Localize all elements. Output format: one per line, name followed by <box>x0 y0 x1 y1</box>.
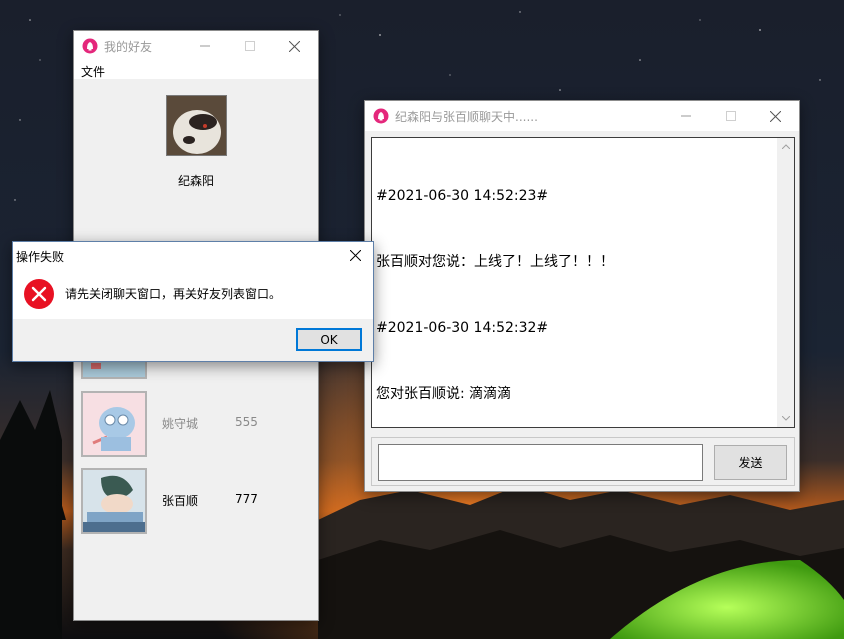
dialog-close-button[interactable] <box>337 242 373 269</box>
message-timestamp: #2021-06-30 14:52:23# <box>376 188 549 204</box>
friend-row-zhang[interactable]: 张百顺 777 <box>74 468 318 534</box>
message-history[interactable]: #2021-06-30 14:52:23# 张百顺对您说：上线了！上线了！！！ … <box>371 137 795 428</box>
send-button[interactable]: 发送 <box>714 445 787 480</box>
friends-window-title: 我的好友 <box>104 39 153 54</box>
friend-name: 张百顺 <box>162 494 199 508</box>
error-dialog: 操作失败 请先关闭聊天窗口，再关好友列表窗口。 OK <box>12 241 374 362</box>
dialog-footer: OK <box>13 319 373 361</box>
dialog-title: 操作失败 <box>16 250 65 264</box>
chat-window-title: 纪森阳与张百顺聊天中...... <box>395 109 538 124</box>
app-icon <box>373 108 389 124</box>
friend-name: 姚守城 <box>162 417 199 431</box>
minimize-button[interactable] <box>182 31 227 61</box>
close-icon <box>349 250 361 261</box>
message-list: #2021-06-30 14:52:23# 张百顺对您说：上线了！上线了！！！ … <box>376 141 774 449</box>
friend-avatar <box>81 468 147 534</box>
friend-row-yao[interactable]: 姚守城 555 <box>74 391 318 457</box>
chat-window: 纪森阳与张百顺聊天中...... #2021-06-30 14:52:23# 张… <box>364 100 800 492</box>
chevron-up-icon <box>781 144 790 149</box>
friend-avatar <box>81 391 147 457</box>
vertical-scrollbar[interactable] <box>777 138 794 427</box>
menu-file[interactable]: 文件 <box>81 63 105 80</box>
app-icon <box>82 38 98 54</box>
minimize-button[interactable] <box>663 101 708 131</box>
maximize-icon <box>725 111 736 121</box>
menu-bar: 文件 <box>74 61 318 79</box>
scroll-up-arrow[interactable] <box>777 138 794 155</box>
self-name: 纪森阳 <box>177 174 214 188</box>
message-timestamp: #2021-06-30 14:52:32# <box>376 320 549 336</box>
compose-panel: 发送 <box>371 437 795 486</box>
close-icon <box>770 110 781 122</box>
maximize-button[interactable] <box>227 31 272 61</box>
friends-titlebar[interactable]: 我的好友 <box>74 31 318 61</box>
error-x-icon <box>23 278 55 310</box>
ok-button[interactable]: OK <box>296 328 362 351</box>
maximize-icon <box>244 41 255 51</box>
minimize-icon <box>680 115 691 117</box>
close-icon <box>289 40 300 52</box>
close-button[interactable] <box>753 101 798 131</box>
self-avatar <box>166 95 227 156</box>
friend-id: 555 <box>235 415 258 429</box>
scroll-down-arrow[interactable] <box>777 410 794 427</box>
minimize-icon <box>199 45 210 47</box>
friend-id: 777 <box>235 492 258 506</box>
message-text: 您对张百顺说: 滴滴滴 <box>376 386 512 402</box>
close-button[interactable] <box>272 31 317 61</box>
dialog-message: 请先关闭聊天窗口，再关好友列表窗口。 <box>65 287 282 301</box>
chevron-down-icon <box>781 416 790 421</box>
maximize-button[interactable] <box>708 101 753 131</box>
message-text: 张百顺对您说：上线了！上线了！！！ <box>376 254 614 270</box>
message-input[interactable] <box>378 444 703 481</box>
chat-titlebar[interactable]: 纪森阳与张百顺聊天中...... <box>365 101 799 131</box>
